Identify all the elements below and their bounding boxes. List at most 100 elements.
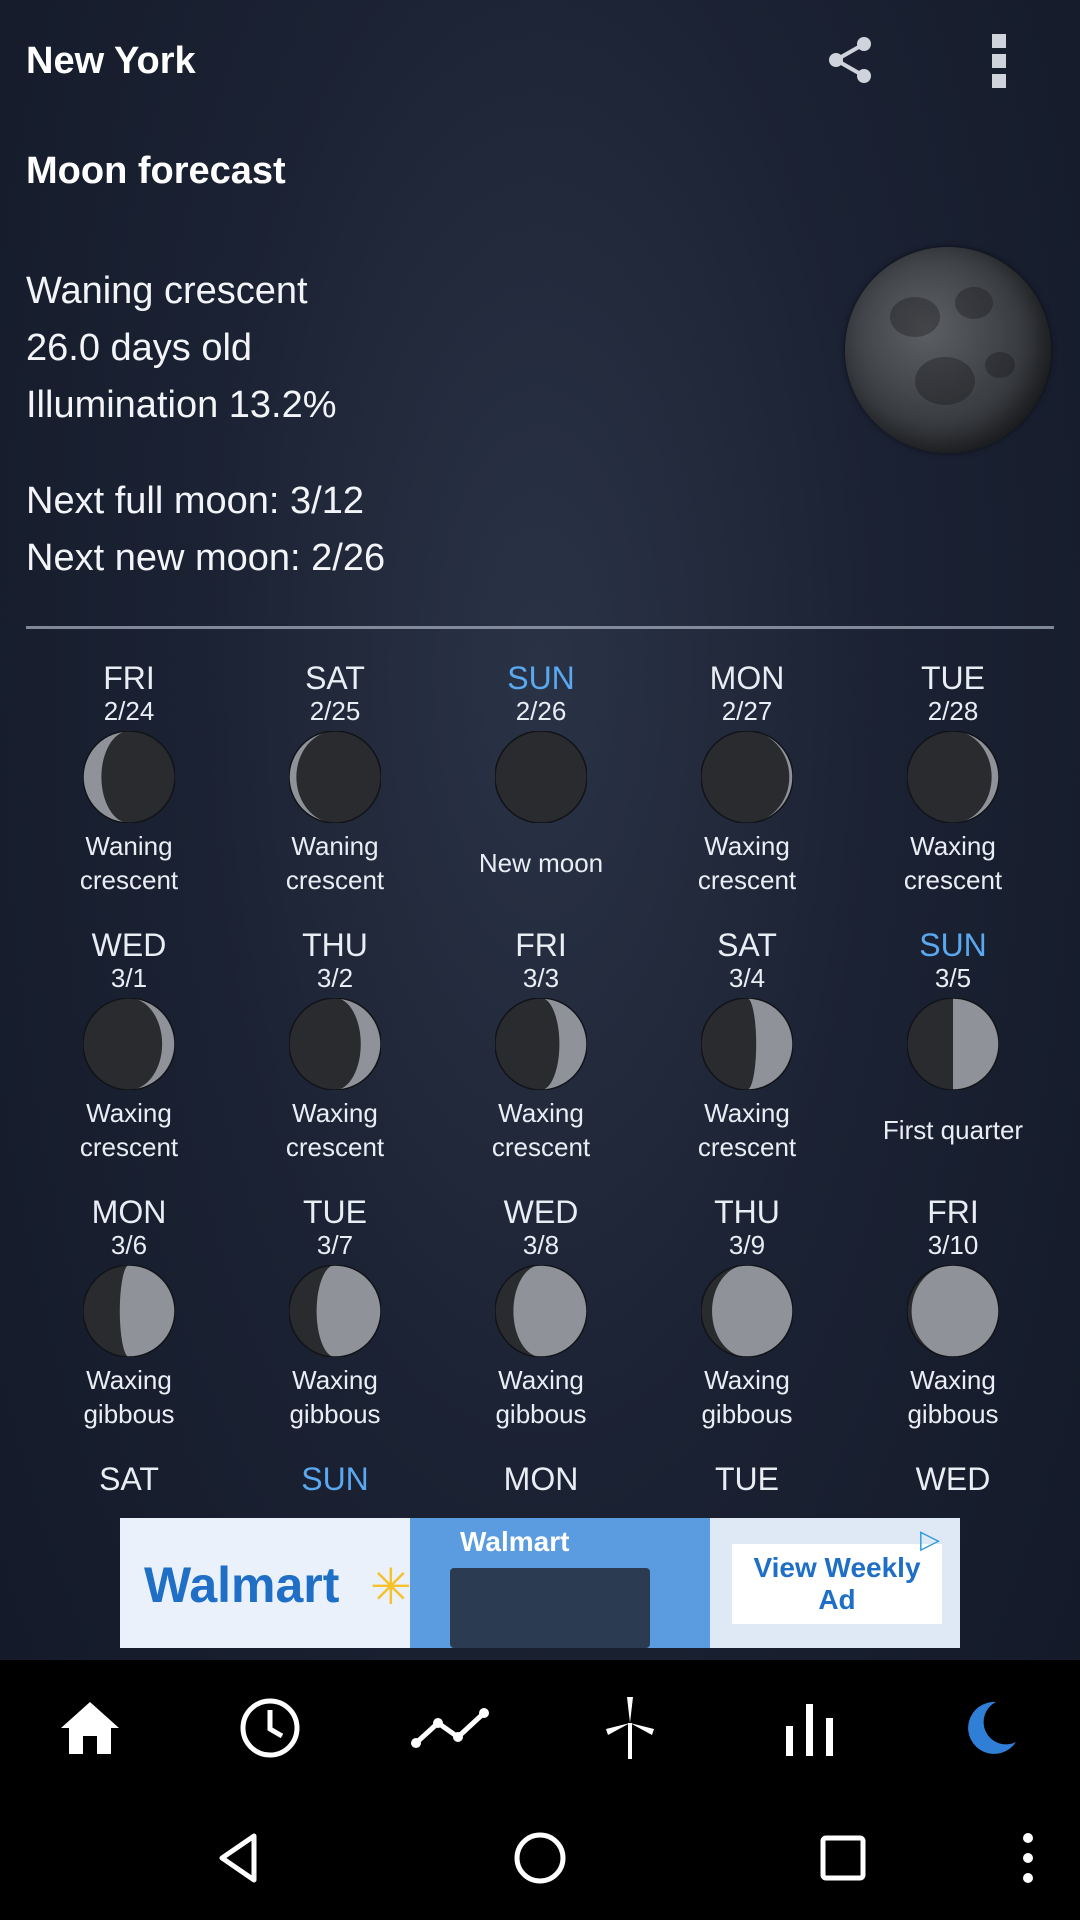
day-label: TUE [921, 660, 985, 696]
day-label: WED [503, 1194, 579, 1230]
forecast-day: WED [850, 1461, 1054, 1497]
section-title: Moon forecast [26, 150, 286, 192]
date-label: 2/27 [721, 696, 773, 726]
day-label: SAT [99, 1461, 159, 1497]
moon-phase-icon [82, 997, 176, 1091]
home-icon [61, 1701, 119, 1754]
phase-label: Waxing crescent [697, 1098, 797, 1162]
moon-phase-icon [494, 1264, 588, 1358]
moon-age: 26.0 days old [26, 327, 253, 369]
nav-graph-button[interactable] [360, 1660, 540, 1795]
day-label: SAT [717, 927, 777, 963]
ad-brand: Walmart [144, 1557, 340, 1613]
current-moon-image [845, 247, 1051, 453]
date-label: 3/10 [927, 1230, 979, 1260]
recents-icon[interactable] [783, 1795, 903, 1920]
ad-banner[interactable]: Walmart ✳ Walmart View Weekly Ad ▷ [120, 1518, 960, 1648]
forecast-day: MON 2/27 Waxing crescent [644, 660, 850, 898]
day-label: TUE [303, 1194, 367, 1230]
forecast-day: WED 3/8 Waxing gibbous [438, 1194, 644, 1432]
forecast-day: MON 3/6 Waxing gibbous [26, 1194, 232, 1432]
more-vert-icon[interactable] [980, 30, 1020, 94]
phase-label: Waxing gibbous [907, 1365, 999, 1429]
phase-label: New moon [478, 848, 604, 878]
day-label: THU [714, 1194, 780, 1230]
day-label: MON [91, 1194, 167, 1230]
forecast-day: SUN [232, 1461, 438, 1497]
forecast-day: SAT 2/25 Waning crescent [232, 660, 438, 898]
day-label: THU [302, 927, 368, 963]
date-label: 3/2 [316, 963, 354, 993]
nav-home-button[interactable] [0, 1660, 180, 1795]
forecast-day: TUE [644, 1461, 850, 1497]
ad-choices-icon[interactable]: ▷ [920, 1524, 954, 1554]
ad-left-panel: Walmart ✳ [120, 1518, 412, 1648]
forecast-day: SUN 2/26 New moon [438, 660, 644, 898]
day-label: MON [503, 1461, 579, 1497]
home-circle-icon[interactable] [480, 1795, 600, 1920]
day-label: FRI [515, 927, 567, 963]
forecast-day: TUE 2/28 Waxing crescent [850, 660, 1054, 898]
phase-label: Waxing crescent [697, 831, 797, 895]
date-label: 3/6 [110, 1230, 148, 1260]
day-label: SAT [305, 660, 365, 696]
day-label: FRI [103, 660, 155, 696]
date-label: 3/7 [316, 1230, 354, 1260]
moon-phase-icon [288, 1264, 382, 1358]
nav-moon-button[interactable] [900, 1660, 1080, 1795]
forecast-day: FRI 3/10 Waxing gibbous [850, 1194, 1054, 1432]
ad-tv-image [450, 1568, 650, 1648]
forecast-day: SAT [26, 1461, 232, 1497]
forecast-grid: FRI 2/24 Waning crescent SAT 2/25 Waning cres… [26, 660, 1054, 1550]
phase-label: Waxing gibbous [701, 1365, 793, 1429]
bottom-nav [0, 1660, 1080, 1795]
nav-hourly-button[interactable] [180, 1660, 360, 1795]
date-label: 3/3 [522, 963, 560, 993]
forecast-day: FRI 2/24 Waning crescent [26, 660, 232, 898]
nav-wind-button[interactable] [540, 1660, 720, 1795]
moon-phase-icon [906, 730, 1000, 824]
moon-phase-icon [700, 997, 794, 1091]
more-icon[interactable] [968, 1795, 1080, 1920]
phase-label: Waxing crescent [491, 1098, 591, 1162]
forecast-day: SUN 3/5 First quarter [850, 927, 1054, 1165]
day-label: FRI [927, 1194, 979, 1230]
illumination-label: Illumination [26, 384, 219, 426]
moon-phase-icon [700, 1264, 794, 1358]
forecast-day: THU 3/2 Waxing crescent [232, 927, 438, 1165]
moon-phase-icon [494, 997, 588, 1091]
clock-icon [240, 1698, 300, 1757]
date-label: 3/5 [934, 963, 972, 993]
back-icon[interactable] [178, 1795, 298, 1920]
phase-label: Waning crescent [285, 831, 385, 895]
moon-phase-icon [82, 1264, 176, 1358]
next-full-value: 3/12 [290, 480, 364, 522]
share-icon[interactable] [820, 30, 880, 90]
date-label: 2/24 [103, 696, 155, 726]
date-label: 2/28 [927, 696, 979, 726]
phase-label: Waxing gibbous [289, 1365, 381, 1429]
forecast-day: MON [438, 1461, 644, 1497]
view-weekly-ad-button[interactable]: View Weekly Ad [732, 1544, 942, 1624]
phase-label: Waxing crescent [285, 1098, 385, 1162]
nav-stats-button[interactable] [720, 1660, 900, 1795]
day-label: SUN [301, 1461, 369, 1497]
phase-label: Waxing crescent [79, 1098, 179, 1162]
day-label: WED [91, 927, 167, 963]
phase-label: Waxing gibbous [495, 1365, 587, 1429]
illumination-value: 13.2% [228, 384, 337, 426]
phase-label: Waxing gibbous [83, 1365, 175, 1429]
date-label: 3/8 [522, 1230, 560, 1260]
city-name[interactable]: New York [26, 40, 196, 83]
app-header: New York [0, 0, 1080, 130]
wind-turbine-icon [606, 1696, 654, 1759]
next-full-moon: Next full moon: 3/12 [26, 480, 364, 523]
bars-icon [786, 1703, 833, 1756]
next-new-moon: Next new moon: 2/26 [26, 537, 385, 580]
illumination: Illumination 13.2% [26, 384, 337, 427]
day-label: SUN [507, 660, 575, 696]
moon-phase-icon [906, 997, 1000, 1091]
phase-label: Waxing crescent [903, 831, 1003, 895]
moon-phase-icon [288, 997, 382, 1091]
moon-phase-icon [82, 730, 176, 824]
